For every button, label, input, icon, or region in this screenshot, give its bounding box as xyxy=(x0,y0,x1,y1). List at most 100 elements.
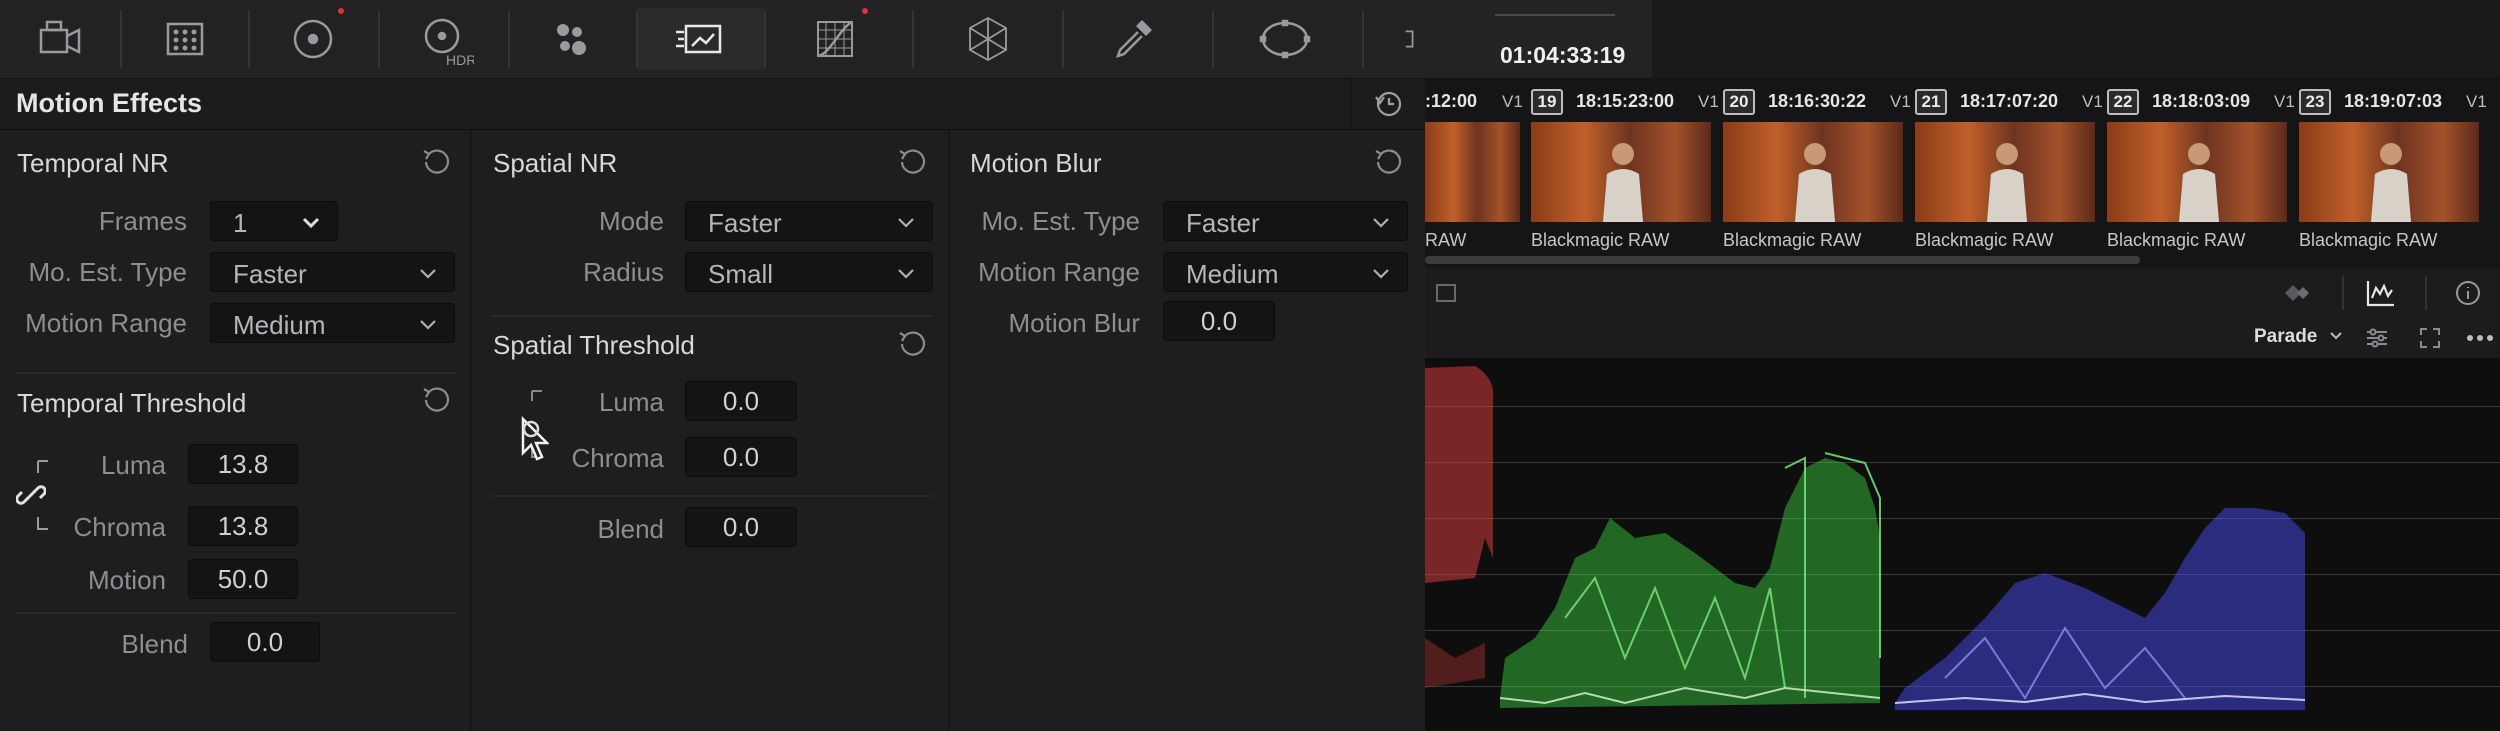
clip-timecode: 18:17:07:20 xyxy=(1960,91,2059,111)
temporal-motion-range-dropdown[interactable]: Medium xyxy=(210,303,455,343)
panel-title: Motion Effects xyxy=(16,88,202,118)
qualifier-icon[interactable] xyxy=(1100,8,1170,70)
chevron-down-icon xyxy=(898,269,914,279)
clip-track: V1 xyxy=(1502,92,1523,111)
spatial-nr-reset-icon[interactable] xyxy=(896,145,930,179)
green-trace xyxy=(1500,458,1880,708)
blur-mo-est-dropdown[interactable]: Faster xyxy=(1163,201,1408,241)
frames-value: 1 xyxy=(233,208,248,238)
motion-effects-icon[interactable] xyxy=(638,8,764,70)
temporal-threshold-title: Temporal Threshold xyxy=(17,388,247,418)
clip-track: V1 xyxy=(1890,92,1911,111)
settings-sliders-icon[interactable] xyxy=(2364,326,2390,350)
clip-track: V1 xyxy=(2274,92,2295,111)
panel-reset-button[interactable] xyxy=(1350,79,1426,129)
clip-timecode: 18:16:30:22 xyxy=(1768,91,1867,111)
scopes-icon[interactable] xyxy=(2365,278,2397,308)
expand-icon[interactable] xyxy=(2418,326,2442,350)
more-options-icon[interactable] xyxy=(2466,333,2494,343)
curves-icon[interactable] xyxy=(800,8,870,70)
temporal-motion-field[interactable]: 50.0 xyxy=(188,559,298,599)
color-wheels-icon[interactable] xyxy=(278,8,348,70)
palette-toolbar: HDR xyxy=(0,0,1425,79)
spatial-blend-field[interactable]: 0.0 xyxy=(685,507,797,547)
clip-number: 20 xyxy=(1723,89,1755,115)
tracker-icon[interactable] xyxy=(1385,8,1425,70)
clip-thumbnail-image xyxy=(1915,122,2095,222)
blur-motion-range-dropdown[interactable]: Medium xyxy=(1163,252,1408,292)
chevron-down-icon xyxy=(898,218,914,228)
clip-thumbnail[interactable]: 20 18:16:30:22 V1 Blackmagic RAW xyxy=(1723,78,1913,268)
parade-scope xyxy=(1425,358,2500,731)
spatial-luma-label: Luma xyxy=(598,387,664,417)
clip-thumbnail[interactable]: 21 18:17:07:20 V1 Blackmagic RAW xyxy=(1915,78,2105,268)
person-figure xyxy=(1795,143,1835,222)
temporal-motion-label: Motion xyxy=(87,565,166,595)
clip-name: Blackmagic RAW xyxy=(2107,230,2246,250)
spatial-threshold-title: Spatial Threshold xyxy=(493,330,695,360)
spatial-mode-dropdown[interactable]: Faster xyxy=(685,201,933,241)
spatial-threshold-reset-icon[interactable] xyxy=(896,327,930,361)
frames-label: Frames xyxy=(98,206,187,236)
scope-mode-dropdown[interactable]: Parade xyxy=(2254,326,2343,348)
clip-timeline: :12:00 V1 RAW 19 18:15:23:00 V1 Blackmag… xyxy=(1425,78,2500,268)
window-icon[interactable] xyxy=(1250,8,1320,70)
info-icon[interactable] xyxy=(2455,280,2481,306)
temporal-chroma-label: Chroma xyxy=(73,512,166,542)
motion-blur-field[interactable]: 0.0 xyxy=(1163,301,1275,341)
rgb-mixer-icon[interactable] xyxy=(535,8,605,70)
temporal-mo-est-value: Faster xyxy=(233,259,307,289)
motion-blur-reset-icon[interactable] xyxy=(1372,145,1406,179)
person-figure xyxy=(1987,143,2027,222)
clip-track: V1 xyxy=(2466,92,2487,111)
clip-track: V1 xyxy=(2082,92,2103,111)
spatial-chroma-label: Chroma xyxy=(571,443,664,473)
spatial-mode-value: Faster xyxy=(708,208,782,238)
viewer-scrub-bar[interactable] xyxy=(1495,14,1615,16)
temporal-mo-est-dropdown[interactable]: Faster xyxy=(210,252,455,292)
clip-thumbnail-image xyxy=(2299,122,2479,222)
temporal-luma-field[interactable]: 13.8 xyxy=(188,444,298,484)
spatial-luma-field[interactable]: 0.0 xyxy=(685,381,797,421)
temporal-blend-field[interactable]: 0.0 xyxy=(210,622,320,662)
spatial-chroma-field[interactable]: 0.0 xyxy=(685,437,797,477)
temporal-chroma-field[interactable]: 13.8 xyxy=(188,506,298,546)
clip-thumbnail[interactable]: 22 18:18:03:09 V1 Blackmagic RAW xyxy=(2107,78,2297,268)
chevron-down-icon xyxy=(420,269,436,279)
clip-name: Blackmagic RAW xyxy=(2299,230,2438,250)
chevron-down-icon xyxy=(1373,269,1389,279)
blur-mo-est-label: Mo. Est. Type xyxy=(981,206,1140,236)
clip-thumbnail-image xyxy=(1723,122,1903,222)
temporal-luma-label: Luma xyxy=(100,450,166,480)
hdr-wheels-icon[interactable]: HDR xyxy=(405,8,485,70)
color-warper-icon[interactable] xyxy=(950,8,1025,70)
temporal-threshold-reset-icon[interactable] xyxy=(420,383,454,417)
clip-timecode: 18:15:23:00 xyxy=(1576,91,1675,111)
clip-scrollbar[interactable] xyxy=(1425,256,2140,264)
clip-thumbnail-image xyxy=(2107,122,2287,222)
clip-name: RAW xyxy=(1425,230,1467,250)
chevron-down-icon xyxy=(1373,218,1389,228)
link-chain-icon[interactable] xyxy=(16,480,46,510)
panel-header xyxy=(0,79,1425,130)
reset-all-icon xyxy=(1374,91,1401,117)
clip-name: Blackmagic RAW xyxy=(1723,230,1862,250)
blur-motion-range-value: Medium xyxy=(1186,259,1279,289)
temporal-nr-reset-icon[interactable] xyxy=(420,145,454,179)
mo-est-type-label: Mo. Est. Type xyxy=(28,257,187,287)
scope-toolbar xyxy=(1425,268,2500,318)
frames-dropdown[interactable]: 1 xyxy=(210,201,338,241)
clip-number: 23 xyxy=(2299,89,2331,115)
scope-mode-label: Parade xyxy=(2254,326,2318,347)
motion-range-label: Motion Range xyxy=(25,308,187,338)
spatial-radius-dropdown[interactable]: Small xyxy=(685,252,933,292)
clip-thumbnail[interactable]: 23 18:19:07:03 V1 Blackmagic RAW xyxy=(2299,78,2489,268)
blur-mo-est-value: Faster xyxy=(1186,208,1260,238)
clip-thumbnail[interactable]: 19 18:15:23:00 V1 Blackmagic RAW xyxy=(1531,78,1721,268)
camera-raw-icon[interactable] xyxy=(25,8,95,70)
keyframes-icon[interactable] xyxy=(2275,280,2315,306)
panel-toggle-icon[interactable] xyxy=(1435,282,1457,304)
color-match-icon[interactable] xyxy=(150,8,220,70)
clip-thumbnail-image xyxy=(1531,122,1711,222)
motion-blur-title: Motion Blur xyxy=(970,148,1102,178)
